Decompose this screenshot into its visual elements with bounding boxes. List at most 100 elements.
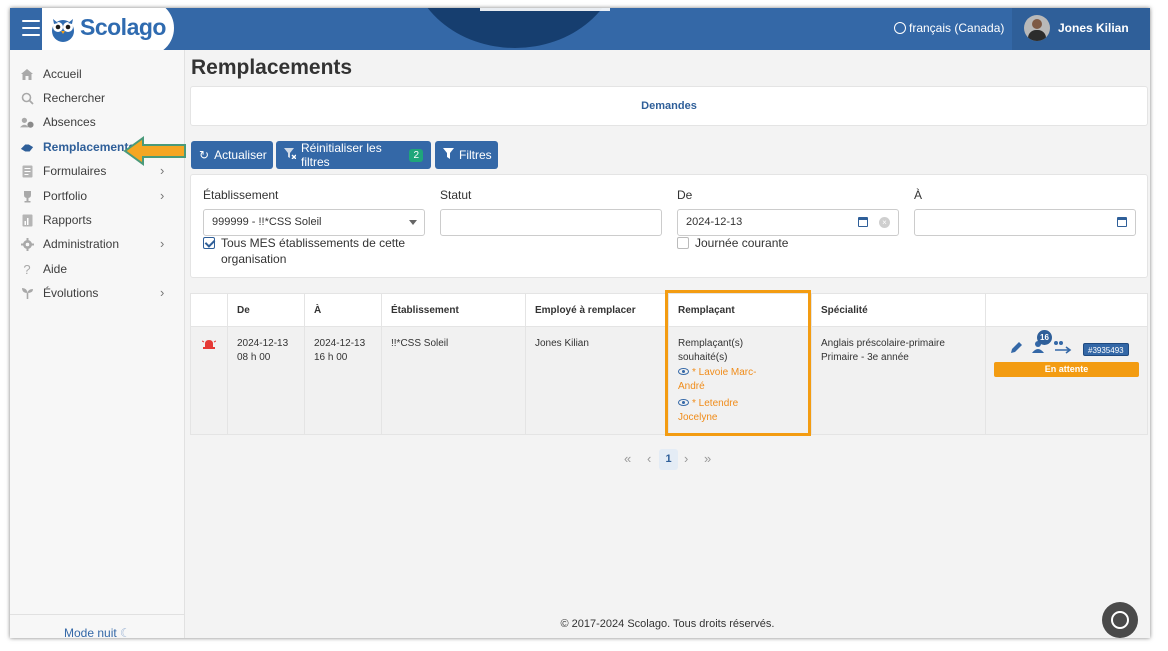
de-label: De: [677, 188, 693, 202]
search-icon: [20, 91, 34, 105]
cell-de: 2024-12-13 08 h 00: [237, 337, 288, 365]
filters-button[interactable]: Filtres: [435, 141, 498, 169]
language-label: français (Canada): [909, 21, 1005, 35]
avatar: [1024, 15, 1050, 41]
etablissement-select[interactable]: 999999 - !!*CSS Soleil: [203, 209, 425, 236]
a-date-input[interactable]: [914, 209, 1136, 236]
column-divider: [227, 294, 228, 434]
column-header-de[interactable]: De: [237, 305, 250, 316]
app-window: Scolago français (Canada) Jones Kilian A…: [10, 8, 1150, 638]
statut-input[interactable]: [440, 209, 662, 236]
refresh-label: Actualiser: [214, 148, 267, 162]
help-chat-button[interactable]: [1102, 602, 1138, 638]
all-establishments-label: Tous MES établissements de cette organis…: [221, 235, 421, 267]
gear-icon: [20, 237, 34, 251]
calendar-icon[interactable]: [858, 217, 868, 227]
specialite-line1: Anglais préscolaire-primaire: [821, 338, 945, 349]
home-icon: [20, 67, 34, 81]
calendar-icon[interactable]: [1117, 217, 1127, 227]
hamburger-menu-icon[interactable]: [22, 20, 40, 38]
sidebar-item-label: Absences: [43, 115, 96, 129]
tab-demandes[interactable]: Demandes: [191, 100, 1147, 112]
de-time: 08 h 00: [237, 352, 271, 363]
sidebar-item-portfolio[interactable]: Portfolio ›: [10, 185, 185, 207]
logo-area: Scolago: [10, 8, 178, 50]
a-label: À: [914, 188, 923, 202]
question-icon: ?: [23, 261, 31, 277]
filter-reset-icon: [284, 148, 297, 162]
sidebar-item-absences[interactable]: Absences: [10, 111, 185, 133]
cell-etablissement: !!*CSS Soleil: [391, 338, 449, 349]
user-menu[interactable]: Jones Kilian: [1012, 8, 1150, 50]
all-establishments-checkbox[interactable]: [203, 237, 215, 249]
language-selector[interactable]: français (Canada): [894, 21, 1004, 35]
cell-employe: Jones Kilian: [535, 338, 589, 349]
sidebar-item-administration[interactable]: Administration ›: [10, 233, 185, 255]
user-clock-icon: [20, 115, 34, 129]
sidebar-item-evolutions[interactable]: Évolutions ›: [10, 282, 185, 304]
all-establishments-label-line1: Tous MES établissements de cette: [221, 236, 406, 250]
reset-filters-button[interactable]: Réinitialiser les filtres 2: [276, 141, 431, 169]
assign-icon[interactable]: [1053, 340, 1073, 354]
etablissement-label: Établissement: [203, 188, 279, 202]
sidebar-item-label: Rechercher: [43, 91, 106, 105]
sidebar-item-label: Formulaires: [43, 164, 107, 178]
current-day-checkbox[interactable]: [677, 237, 689, 249]
sidebar-item-rapports[interactable]: Rapports: [10, 209, 185, 231]
sidebar-item-label: Rapports: [43, 213, 92, 227]
chevron-down-icon: [409, 220, 417, 225]
sidebar-item-label: Accueil: [43, 67, 82, 81]
column-divider: [381, 294, 382, 434]
first-page-icon[interactable]: «: [624, 451, 631, 466]
statut-label: Statut: [440, 188, 472, 202]
annotation-arrow-icon: [123, 136, 186, 166]
urgent-alarm-icon: [202, 339, 216, 349]
column-divider: [985, 294, 986, 434]
previous-page-icon[interactable]: ‹: [647, 451, 651, 466]
last-page-icon[interactable]: »: [704, 451, 711, 466]
handshake-icon: [20, 140, 34, 154]
column-divider: [811, 294, 812, 434]
page-number-current[interactable]: 1: [659, 449, 678, 470]
sidebar-item-label: Aide: [43, 262, 68, 276]
plant-icon: [20, 286, 34, 300]
request-id-badge[interactable]: #3935493: [1083, 343, 1129, 356]
chevron-right-icon: ›: [160, 236, 165, 251]
de-date-input[interactable]: 2024-12-13 ×: [677, 209, 899, 236]
de-date-value: 2024-12-13: [686, 216, 743, 228]
sidebar-item-label: Administration: [43, 237, 120, 251]
annotation-highlight-box: [665, 290, 811, 436]
tabs-card: Demandes: [190, 86, 1148, 126]
etablissement-value: 999999 - !!*CSS Soleil: [212, 216, 322, 228]
column-header-a[interactable]: À: [314, 305, 321, 316]
edit-icon[interactable]: [1009, 340, 1024, 355]
header-decoration: [410, 8, 620, 48]
user-name: Jones Kilian: [1058, 21, 1129, 35]
document-icon: [20, 164, 34, 178]
column-header-etablissement[interactable]: Établissement: [391, 305, 459, 316]
clear-icon[interactable]: ×: [879, 217, 890, 228]
cell-a: 2024-12-13 16 h 00: [314, 337, 365, 365]
refresh-icon: ↻: [199, 148, 210, 162]
footer-copyright: © 2017-2024 Scolago. Tous droits réservé…: [560, 618, 775, 630]
sidebar-item-accueil[interactable]: Accueil: [10, 63, 185, 85]
page-title: Remplacements: [191, 56, 353, 79]
filter-icon: [443, 148, 454, 162]
chevron-right-icon: ›: [160, 188, 165, 203]
brand-name[interactable]: Scolago: [80, 14, 166, 41]
de-date: 2024-12-13: [237, 338, 289, 349]
sidebar-divider: [10, 614, 184, 615]
column-divider: [304, 294, 305, 434]
a-date: 2024-12-13: [314, 338, 366, 349]
sidebar-item-aide[interactable]: ? Aide: [10, 258, 185, 280]
sidebar-item-label: Portfolio: [43, 189, 88, 203]
a-time: 16 h 00: [314, 352, 348, 363]
sidebar-item-rechercher[interactable]: Rechercher: [10, 87, 185, 109]
column-header-employe[interactable]: Employé à remplacer: [535, 305, 636, 316]
refresh-button[interactable]: ↻ Actualiser: [191, 141, 273, 169]
next-page-icon[interactable]: ›: [684, 451, 688, 466]
column-header-specialite[interactable]: Spécialité: [821, 305, 868, 316]
owl-logo-icon: [52, 19, 74, 42]
report-icon: [20, 213, 34, 227]
top-bar: Scolago français (Canada) Jones Kilian: [10, 8, 1150, 50]
